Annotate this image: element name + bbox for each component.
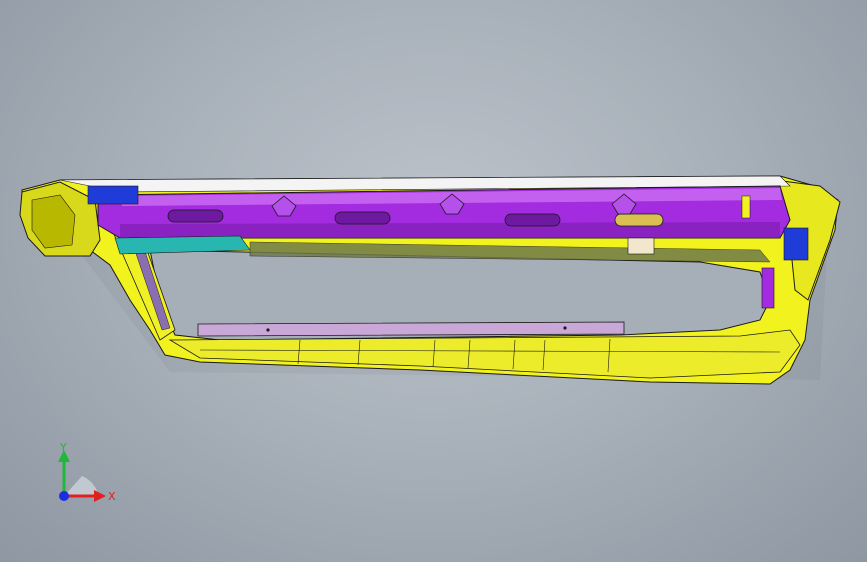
cad-model-bumper-assembly[interactable] [0,0,867,562]
right-blue-bracket[interactable] [783,227,809,261]
left-blue-bracket[interactable] [87,185,139,205]
z-axis-dot [59,491,69,501]
right-purple-clip [761,267,775,309]
x-axis-label: X [108,490,116,503]
sensor-bracket[interactable] [627,237,655,255]
graphics-viewport[interactable]: Y X [0,0,867,562]
coordinate-triad: Y X [44,438,124,518]
y-axis-label: Y [59,441,67,454]
lower-mount-bar[interactable] [197,321,625,337]
